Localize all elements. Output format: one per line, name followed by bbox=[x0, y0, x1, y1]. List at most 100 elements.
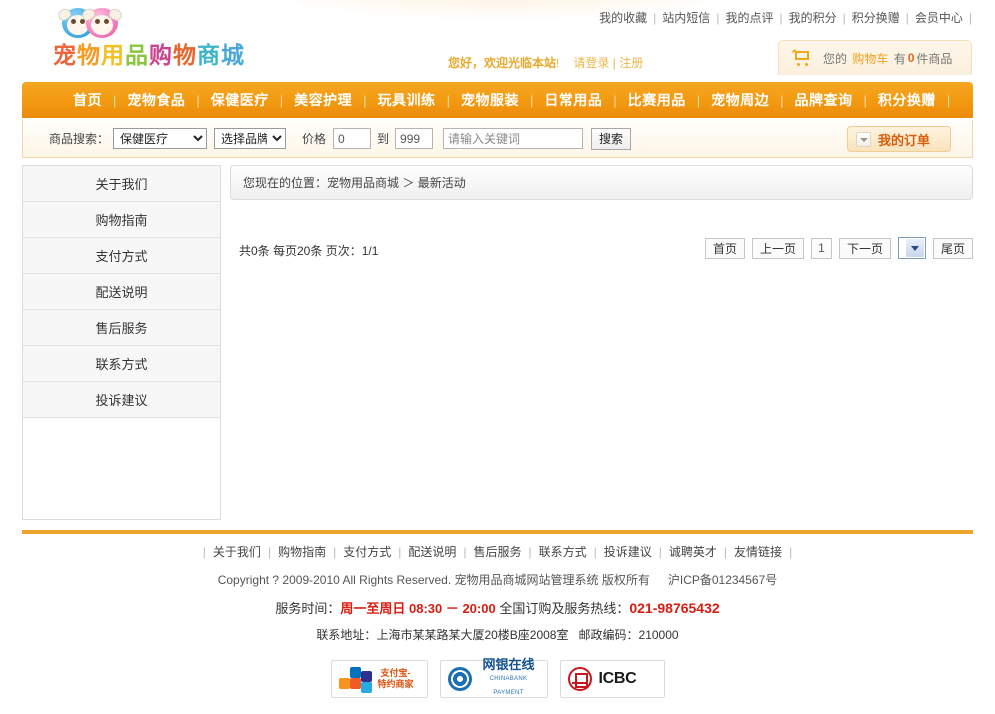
sidebar-item-contact[interactable]: 联系方式 bbox=[23, 346, 220, 382]
cart-suffix: 件商品 bbox=[916, 51, 953, 66]
pagination-last-button[interactable]: 尾页 bbox=[932, 237, 973, 259]
service-label: 服务时间： bbox=[275, 601, 341, 616]
alipay-logo[interactable]: 支付宝- 特约商家 bbox=[330, 660, 428, 698]
price-min-input[interactable] bbox=[333, 128, 372, 149]
search-category-select[interactable]: 保健医疗 bbox=[113, 128, 208, 149]
search-submit-button[interactable]: 搜索 bbox=[591, 127, 632, 150]
nav-item-home[interactable]: 首页 bbox=[62, 90, 113, 110]
alipay-label: 支付宝- 特约商家 bbox=[378, 668, 414, 690]
address-value: 上海市某某路某大厦20楼B座2008室 bbox=[376, 628, 569, 642]
top-utility-links: 我的收藏 | 站内短信 | 我的点评 | 我的积分 | 积分换赠 | 会员中心 | bbox=[594, 9, 973, 26]
pagination-current-page: 1 bbox=[810, 237, 832, 259]
welcome-exclamation: ! bbox=[556, 56, 560, 70]
site-footer: | 关于我们 | 购物指南 | 支付方式 | 配送说明 | 售后服务 | 联系方式 | 投诉建议 | 诚聘英才… bbox=[0, 538, 995, 698]
nav-item-pet-accessories[interactable]: 宠物周边 bbox=[700, 90, 780, 110]
pagination-page-select[interactable] bbox=[897, 237, 926, 259]
service-hours-line: 服务时间：周一至周日 08:30 － 20:00 全国订购及服务热线：021-9… bbox=[0, 598, 995, 617]
sidebar-item-shopping-guide[interactable]: 购物指南 bbox=[23, 202, 220, 238]
search-brand-select[interactable]: 选择品牌 bbox=[214, 128, 287, 149]
footer-link-friendly-links[interactable]: 友情链接 bbox=[727, 545, 789, 559]
icbc-emblem-icon bbox=[567, 667, 592, 691]
address-line: 联系地址：上海市某某路某大厦20楼B座2008室 邮政编码：210000 bbox=[0, 626, 995, 643]
icp-number: 沪ICP备01234567号 bbox=[667, 573, 778, 587]
payment-logos: 支付宝- 特约商家 网银在线 CHINABANK PAYMENT ICBC bbox=[0, 657, 995, 699]
pet-faces-icon bbox=[56, 6, 136, 40]
cart-count: 0 bbox=[907, 51, 915, 65]
logo-char: 物 bbox=[173, 43, 197, 69]
nav-item-healthcare[interactable]: 保健医疗 bbox=[200, 90, 280, 110]
top-link-points[interactable]: 我的积分 bbox=[784, 11, 842, 25]
cart-middle: 有 bbox=[893, 51, 906, 66]
logo-char: 用 bbox=[101, 43, 125, 69]
address-label: 联系地址： bbox=[316, 628, 377, 642]
main-navigation: 首页 | 宠物食品 | 保健医疗 | 美容护理 | 玩具训练 | 宠物服装 | 日常用品 | 比赛用品 | 宠物… bbox=[22, 82, 973, 118]
footer-link-shopping-guide[interactable]: 购物指南 bbox=[271, 545, 333, 559]
nav-item-brand-search[interactable]: 品牌查询 bbox=[784, 90, 864, 110]
sidebar-item-label: 支付方式 bbox=[95, 249, 148, 264]
sidebar-item-about-us[interactable]: 关于我们 bbox=[23, 166, 220, 202]
pagination-row: 共0条 每页20条 页次：1/1 首页 上一页 1 下一页 尾页 bbox=[230, 237, 973, 265]
pagination-next-button[interactable]: 下一页 bbox=[838, 237, 891, 259]
chevron-down-icon bbox=[910, 246, 919, 251]
nav-item-toys-training[interactable]: 玩具训练 bbox=[367, 90, 447, 110]
sidebar-item-label: 投诉建议 bbox=[95, 393, 148, 408]
top-link-favorites[interactable]: 我的收藏 bbox=[594, 11, 652, 25]
nav-item-points-exchange[interactable]: 积分换赠 bbox=[867, 90, 947, 110]
footer-link-delivery-info[interactable]: 配送说明 bbox=[401, 545, 463, 559]
footer-link-contact[interactable]: 联系方式 bbox=[532, 545, 594, 559]
top-link-points-exchange[interactable]: 积分换赠 bbox=[847, 11, 905, 25]
login-link[interactable]: 请登录 bbox=[573, 56, 609, 70]
pagination-prev-button[interactable]: 上一页 bbox=[751, 237, 804, 259]
sidebar-item-delivery-info[interactable]: 配送说明 bbox=[23, 274, 220, 310]
pagination-summary: 共0条 每页20条 页次：1/1 bbox=[239, 244, 379, 258]
register-link[interactable]: 注册 bbox=[619, 56, 643, 70]
pagination-controls: 首页 上一页 1 下一页 尾页 bbox=[704, 237, 973, 259]
breadcrumb-home-link[interactable]: 宠物用品商城 bbox=[327, 174, 399, 191]
icbc-logo[interactable]: ICBC bbox=[559, 660, 665, 698]
alipay-line2: 特约商家 bbox=[377, 679, 414, 689]
nav-item-pet-food[interactable]: 宠物食品 bbox=[116, 90, 196, 110]
top-link-reviews[interactable]: 我的点评 bbox=[720, 11, 778, 25]
footer-link-careers[interactable]: 诚聘英才 bbox=[662, 545, 724, 559]
sidebar-item-complaints[interactable]: 投诉建议 bbox=[23, 382, 220, 418]
logo-char: 购 bbox=[149, 43, 173, 69]
postcode-label: 邮政编码： bbox=[578, 628, 639, 642]
service-days: 周一至周日 bbox=[340, 601, 406, 616]
cart-link[interactable]: 购物车 bbox=[850, 50, 890, 67]
pagination-first-button[interactable]: 首页 bbox=[704, 237, 745, 259]
footer-link-about-us[interactable]: 关于我们 bbox=[206, 545, 268, 559]
main-content: 您现在的位置： 宠物用品商城 ＞ 最新活动 共0条 每页20条 页次：1/1 首页… bbox=[230, 165, 973, 520]
price-max-input[interactable] bbox=[395, 128, 434, 149]
welcome-text: 您好，欢迎光临本站 bbox=[448, 56, 557, 70]
my-orders-button[interactable]: 我的订单 bbox=[847, 126, 951, 152]
eye-icon bbox=[447, 667, 472, 691]
nav-item-competition-supplies[interactable]: 比赛用品 bbox=[617, 90, 697, 110]
sidebar-item-after-sales[interactable]: 售后服务 bbox=[23, 310, 220, 346]
footer-link-payment-methods[interactable]: 支付方式 bbox=[336, 545, 398, 559]
chinabank-label: 网银在线 CHINABANK PAYMENT bbox=[478, 657, 540, 699]
nav-item-grooming[interactable]: 美容护理 bbox=[283, 90, 363, 110]
pink-pet-face-icon bbox=[80, 6, 124, 38]
nav-item-daily-supplies[interactable]: 日常用品 bbox=[533, 90, 613, 110]
cart-widget[interactable]: 您的 购物车 有 0 件商品 bbox=[778, 40, 972, 75]
left-sidebar: 关于我们 购物指南 支付方式 配送说明 售后服务 联系方式 投诉建议 bbox=[22, 165, 221, 520]
chinabank-logo[interactable]: 网银在线 CHINABANK PAYMENT bbox=[439, 657, 548, 699]
chevron-down-icon bbox=[856, 131, 871, 147]
sidebar-item-payment-methods[interactable]: 支付方式 bbox=[23, 238, 220, 274]
page-root: 宠物用品购物商城 我的收藏 | 站内短信 | 我的点评 | 我的积分 | 积分换赠 | 会员中心 | … bbox=[0, 0, 995, 714]
chinabank-cn: 网银在线 bbox=[482, 657, 535, 672]
top-link-member-center[interactable]: 会员中心 bbox=[910, 11, 968, 25]
copyright-line: Copyright ? 2009-2010 All Rights Reserve… bbox=[0, 571, 995, 588]
link-separator: | bbox=[842, 11, 846, 25]
footer-link-complaints[interactable]: 投诉建议 bbox=[597, 545, 659, 559]
link-separator: | bbox=[779, 11, 783, 25]
footer-link-after-sales[interactable]: 售后服务 bbox=[466, 545, 528, 559]
site-logo[interactable]: 宠物用品购物商城 bbox=[53, 6, 263, 69]
footer-divider bbox=[22, 530, 973, 534]
nav-separator: | bbox=[946, 92, 951, 108]
top-link-messages[interactable]: 站内短信 bbox=[657, 11, 715, 25]
search-keyword-input[interactable] bbox=[443, 128, 584, 149]
nav-item-pet-clothing[interactable]: 宠物服装 bbox=[450, 90, 530, 110]
link-separator: | bbox=[789, 545, 793, 559]
hotline-number: 021-98765432 bbox=[629, 600, 720, 616]
